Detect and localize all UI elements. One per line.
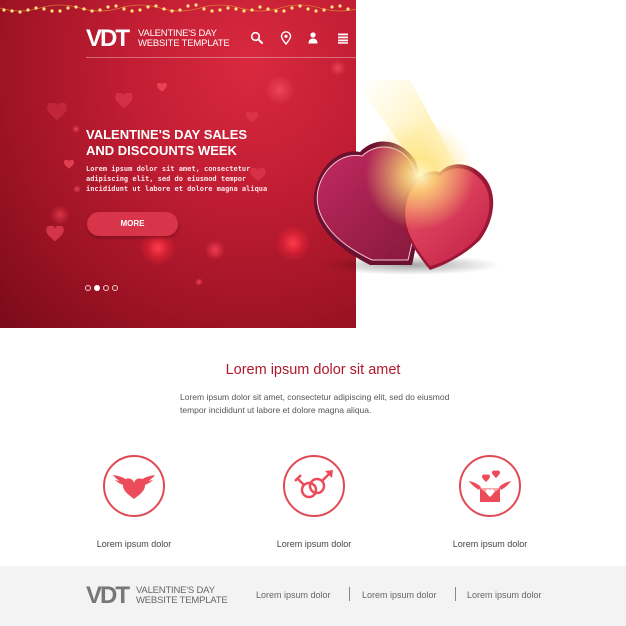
bokeh-light <box>72 125 80 133</box>
user-icon[interactable] <box>306 31 320 45</box>
logo-tagline-line2: WEBSITE TEMPLATE <box>138 38 230 49</box>
feature-label: Lorem ipsum dolor <box>96 539 172 549</box>
location-pin-icon[interactable] <box>279 31 293 45</box>
two-hearts-illustration <box>313 80 500 275</box>
decor-heart-icon <box>246 112 258 123</box>
slide-dot-2-active[interactable] <box>94 285 100 291</box>
bokeh-light <box>73 185 81 193</box>
gender-symbols-icon <box>294 470 333 499</box>
bokeh-light <box>330 60 346 76</box>
section-description: Lorem ipsum dolor sit amet, consectetur … <box>180 392 450 415</box>
hero-title-line1: VALENTINE'S DAY SALES <box>86 127 248 142</box>
decor-heart-icon <box>46 226 64 242</box>
footer-separator <box>349 587 350 601</box>
bokeh-light <box>50 205 70 225</box>
love-letter-icon <box>469 470 511 502</box>
feature-item[interactable]: Lorem ipsum dolor <box>244 455 384 549</box>
feature-label: Lorem ipsum dolor <box>452 539 528 549</box>
hero-text-line1: Lorem ipsum dolor sit amet, consectetur <box>86 165 251 173</box>
hero-title: VALENTINE'S DAY SALES AND DISCOUNTS WEEK <box>86 127 286 159</box>
logo[interactable]: VDT <box>86 26 130 52</box>
logo-tagline: VALENTINE'S DAY WEBSITE TEMPLATE <box>138 29 230 49</box>
section-title: Lorem ipsum dolor sit amet <box>225 362 401 378</box>
hero-text-line2: adipiscing elit, sed do eiusmod tempor <box>86 175 247 183</box>
feature-icon-circle <box>459 455 521 517</box>
bokeh-light <box>195 278 203 286</box>
nav-divider <box>86 57 356 58</box>
menu-list-icon[interactable] <box>336 31 350 45</box>
footer-separator <box>455 587 456 601</box>
footer-link-2[interactable]: Lorem ipsum dolor <box>362 590 437 600</box>
winged-heart-icon <box>113 475 155 499</box>
feature-icon-circle <box>283 455 345 517</box>
slide-dot-1[interactable] <box>85 285 91 291</box>
footer: VDT VALENTINE'S DAY WEBSITE TEMPLATE Lor… <box>0 566 626 626</box>
decor-heart-icon <box>115 93 133 109</box>
footer-logo[interactable]: VDT <box>86 583 130 609</box>
decor-heart-icon <box>157 83 167 92</box>
footer-link-1[interactable]: Lorem ipsum dolor <box>256 590 331 600</box>
decor-heart-icon <box>64 160 74 169</box>
bokeh-light <box>205 240 225 260</box>
decor-heart-icon <box>47 103 67 121</box>
hero-text-line3: incididunt ut labore et dolore magna ali… <box>86 185 268 193</box>
hero-title-line2: AND DISCOUNTS WEEK <box>86 143 237 158</box>
slide-dot-3[interactable] <box>103 285 109 291</box>
more-button[interactable]: MORE <box>87 212 178 236</box>
feature-label: Lorem ipsum dolor <box>276 539 352 549</box>
feature-item[interactable]: Lorem ipsum dolor <box>420 455 560 549</box>
top-navigation: VDT VALENTINE'S DAY WEBSITE TEMPLATE <box>86 26 356 52</box>
footer-tagline-line2: WEBSITE TEMPLATE <box>136 595 228 606</box>
string-lights-decoration <box>0 3 356 14</box>
hero-description: Lorem ipsum dolor sit amet, consectetur … <box>86 164 276 194</box>
bokeh-light <box>265 75 295 105</box>
feature-item[interactable]: Lorem ipsum dolor <box>64 455 204 549</box>
feature-icon-circle <box>103 455 165 517</box>
footer-logo-tagline: VALENTINE'S DAY WEBSITE TEMPLATE <box>136 586 228 606</box>
footer-link-3[interactable]: Lorem ipsum dolor <box>467 590 542 600</box>
slider-pagination <box>85 285 118 291</box>
search-icon[interactable] <box>250 31 264 45</box>
slide-dot-4[interactable] <box>112 285 118 291</box>
